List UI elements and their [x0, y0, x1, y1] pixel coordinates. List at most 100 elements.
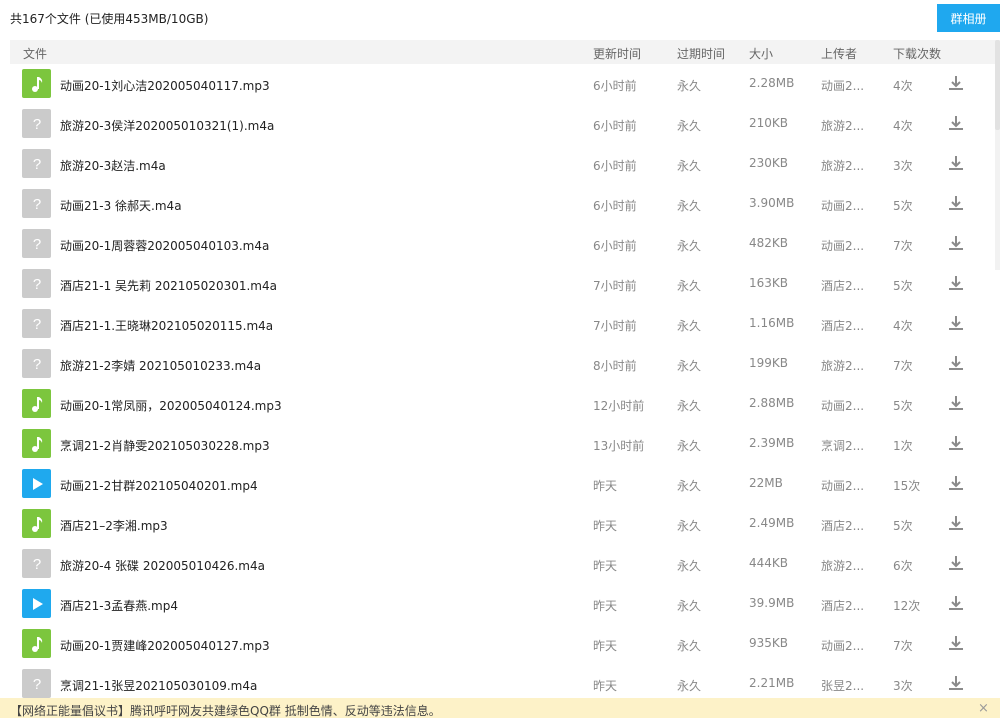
file-row[interactable]: 动画20-1刘心洁202005040117.mp3 6小时前 永久 2.28MB 动画2… — [0, 64, 1000, 104]
download-icon[interactable] — [947, 194, 965, 212]
download-icon[interactable] — [947, 274, 965, 292]
uploader-name[interactable]: 动画2... — [821, 77, 864, 94]
download-icon[interactable] — [947, 594, 965, 612]
file-name[interactable]: 动画20-1贾建峰202005040127.mp3 — [60, 637, 270, 654]
download-icon[interactable] — [947, 314, 965, 332]
file-row[interactable]: ? 酒店21-1.王晓琳202105020115.m4a 7小时前 永久 1.16MB 酒… — [0, 304, 1000, 344]
file-name[interactable]: 酒店21-1.王晓琳202105020115.m4a — [60, 317, 273, 334]
unknown-file-icon: ? — [22, 309, 51, 338]
uploader-name[interactable]: 动画2... — [821, 637, 864, 654]
file-name[interactable]: 酒店21–2李湘.mp3 — [60, 517, 168, 534]
file-size: 3.90MB — [749, 196, 795, 210]
file-name[interactable]: 动画20-1常凤丽，202005040124.mp3 — [60, 397, 282, 414]
download-count: 5次 — [893, 399, 913, 413]
download-count: 6次 — [893, 559, 913, 573]
file-row[interactable]: 烹调21-2肖静雯202105030228.mp3 13小时前 永久 2.39MB 烹调… — [0, 424, 1000, 464]
download-icon[interactable] — [947, 514, 965, 532]
file-size: 210KB — [749, 116, 789, 130]
file-name[interactable]: 动画20-1刘心洁202005040117.mp3 — [60, 77, 270, 94]
uploader-name[interactable]: 酒店2... — [821, 277, 864, 294]
download-icon[interactable] — [947, 154, 965, 172]
download-icon[interactable] — [947, 474, 965, 492]
file-size: 39.9MB — [749, 596, 795, 610]
uploader-name[interactable]: 动画2... — [821, 197, 864, 214]
download-icon[interactable] — [947, 74, 965, 92]
file-name[interactable]: 酒店21-1 吴先莉 202105020301.m4a — [60, 277, 277, 294]
file-row[interactable]: ? 酒店21-1 吴先莉 202105020301.m4a 7小时前 永久 163KB 酒… — [0, 264, 1000, 304]
column-header-size[interactable]: 大小 — [749, 45, 773, 62]
download-count: 5次 — [893, 279, 913, 293]
download-count: 4次 — [893, 79, 913, 93]
scrollbar-thumb[interactable] — [995, 40, 1000, 130]
download-count: 12次 — [893, 599, 921, 613]
file-name[interactable]: 烹调21-1张昱202105030109.m4a — [60, 677, 257, 694]
file-size: 1.16MB — [749, 316, 795, 330]
uploader-name[interactable]: 动画2... — [821, 477, 864, 494]
uploader-name[interactable]: 动画2... — [821, 397, 864, 414]
top-bar: 共167个文件 (已使用453MB/10GB) 群相册 — [0, 0, 1000, 38]
uploader-name[interactable]: 旅游2... — [821, 117, 864, 134]
column-header-name[interactable]: 文件 — [23, 45, 47, 62]
download-icon[interactable] — [947, 634, 965, 652]
file-row[interactable]: ? 旅游20-3赵洁.m4a 6小时前 永久 230KB 旅游2... 3次 — [0, 144, 1000, 184]
uploader-name[interactable]: 旅游2... — [821, 157, 864, 174]
file-name[interactable]: 酒店21-3孟春燕.mp4 — [60, 597, 178, 614]
file-name[interactable]: 烹调21-2肖静雯202105030228.mp3 — [60, 437, 270, 454]
download-icon[interactable] — [947, 354, 965, 372]
file-size: 2.28MB — [749, 76, 795, 90]
file-row[interactable]: 动画20-1常凤丽，202005040124.mp3 12小时前 永久 2.88MB 动… — [0, 384, 1000, 424]
file-name[interactable]: 动画21-2甘群202105040201.mp4 — [60, 477, 258, 494]
file-row[interactable]: ? 动画20-1周蓉蓉202005040103.m4a 6小时前 永久 482KB 动画2… — [0, 224, 1000, 264]
column-header-updated[interactable]: 更新时间 — [593, 45, 641, 62]
uploader-name[interactable]: 酒店2... — [821, 317, 864, 334]
uploader-name[interactable]: 旅游2... — [821, 357, 864, 374]
column-header-expiry[interactable]: 过期时间 — [677, 45, 725, 62]
file-row[interactable]: 动画20-1贾建峰202005040127.mp3 昨天 永久 935KB 动画2...… — [0, 624, 1000, 664]
group-album-button[interactable]: 群相册 — [937, 4, 1000, 32]
column-header-uploader[interactable]: 上传者 — [821, 45, 857, 62]
uploader-name[interactable]: 酒店2... — [821, 597, 864, 614]
download-icon[interactable] — [947, 234, 965, 252]
file-name[interactable]: 动画21-3 徐郝天.m4a — [60, 197, 182, 214]
updated-time: 昨天 — [593, 559, 618, 573]
file-size: 2.88MB — [749, 396, 795, 410]
uploader-name[interactable]: 动画2... — [821, 237, 864, 254]
download-icon[interactable] — [947, 434, 965, 452]
uploader-name[interactable]: 烹调2... — [821, 437, 864, 454]
uploader-name[interactable]: 酒店2... — [821, 517, 864, 534]
uploader-name[interactable]: 旅游2... — [821, 557, 864, 574]
expiry-time: 永久 — [677, 599, 702, 613]
download-icon[interactable] — [947, 394, 965, 412]
file-row[interactable]: ? 动画21-3 徐郝天.m4a 6小时前 永久 3.90MB 动画2... 5次 — [0, 184, 1000, 224]
file-name[interactable]: 旅游20-4 张碟 202005010426.m4a — [60, 557, 265, 574]
close-icon[interactable]: × — [978, 701, 989, 716]
download-icon[interactable] — [947, 674, 965, 692]
download-count: 7次 — [893, 639, 913, 653]
file-name[interactable]: 旅游20-3赵洁.m4a — [60, 157, 166, 174]
updated-time: 昨天 — [593, 519, 618, 533]
file-name[interactable]: 旅游21-2李婧 202105010233.m4a — [60, 357, 261, 374]
file-name[interactable]: 动画20-1周蓉蓉202005040103.m4a — [60, 237, 269, 254]
file-summary: 共167个文件 (已使用453MB/10GB) — [10, 12, 209, 26]
download-icon[interactable] — [947, 554, 965, 572]
unknown-file-icon: ? — [22, 109, 51, 138]
file-row[interactable]: 动画21-2甘群202105040201.mp4 昨天 永久 22MB 动画2... 15… — [0, 464, 1000, 504]
file-name[interactable]: 旅游20-3侯洋202005010321(1).m4a — [60, 117, 274, 134]
file-row[interactable]: ? 旅游21-2李婧 202105010233.m4a 8小时前 永久 199KB 旅游2… — [0, 344, 1000, 384]
file-row[interactable]: ? 旅游20-4 张碟 202005010426.m4a 昨天 永久 444KB 旅游2.… — [0, 544, 1000, 584]
uploader-name[interactable]: 张昱2... — [821, 677, 864, 694]
updated-time: 昨天 — [593, 599, 618, 613]
download-icon[interactable] — [947, 114, 965, 132]
audio-file-icon — [22, 509, 51, 538]
unknown-file-icon: ? — [22, 229, 51, 258]
file-row[interactable]: 酒店21-3孟春燕.mp4 昨天 永久 39.9MB 酒店2... 12次 — [0, 584, 1000, 624]
file-row[interactable]: 酒店21–2李湘.mp3 昨天 永久 2.49MB 酒店2... 5次 — [0, 504, 1000, 544]
column-header-downloads[interactable]: 下载次数 — [893, 45, 941, 62]
svg-text:?: ? — [32, 316, 40, 333]
svg-text:?: ? — [32, 116, 40, 133]
expiry-time: 永久 — [677, 79, 702, 93]
unknown-file-icon: ? — [22, 549, 51, 578]
file-row[interactable]: ? 旅游20-3侯洋202005010321(1).m4a 6小时前 永久 210KB 旅… — [0, 104, 1000, 144]
audio-file-icon — [22, 389, 51, 418]
video-file-icon — [22, 589, 51, 618]
